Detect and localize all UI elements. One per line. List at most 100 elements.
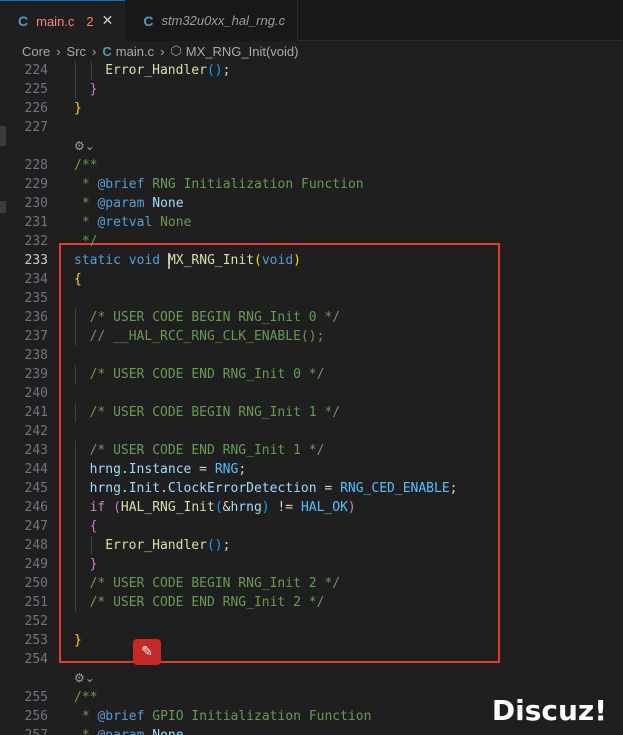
indent-guide bbox=[90, 61, 92, 80]
indent-guide bbox=[75, 574, 76, 593]
indent-guide bbox=[75, 555, 76, 574]
close-icon[interactable]: ✕ bbox=[102, 13, 114, 29]
code-token: None bbox=[144, 728, 183, 735]
code-line: 233 static void MX_RNG_Init(void) bbox=[0, 251, 623, 270]
line-number: 229 bbox=[24, 177, 48, 192]
code-text: /** bbox=[74, 688, 97, 707]
indent-guide bbox=[75, 498, 76, 517]
code-token: } bbox=[74, 101, 82, 116]
code-token: * bbox=[74, 728, 97, 735]
code-line: 238 bbox=[0, 346, 623, 365]
code-token: . bbox=[160, 481, 168, 496]
code-text: * @param None bbox=[74, 726, 184, 735]
line-number: 224 bbox=[24, 63, 48, 78]
code-line: 253} bbox=[0, 631, 623, 650]
line-number: 226 bbox=[24, 101, 48, 116]
code-token: . bbox=[120, 462, 129, 477]
code-token: * bbox=[74, 196, 98, 211]
code-token: @param bbox=[97, 728, 144, 735]
code-token: GPIO Initialization Function bbox=[144, 709, 372, 724]
problem-count-badge: 2 bbox=[86, 13, 94, 29]
code-text: } bbox=[90, 80, 98, 99]
line-number: 230 bbox=[24, 196, 48, 211]
breadcrumb-item-src[interactable]: Src bbox=[67, 44, 87, 59]
line-number: 239 bbox=[24, 367, 48, 382]
indent-guide bbox=[75, 441, 76, 460]
code-line: 228 /** bbox=[0, 156, 623, 175]
code-line: 250 /* USER CODE BEGIN RNG_Init 2 */ bbox=[0, 574, 623, 593]
code-token: ; bbox=[449, 481, 458, 496]
c-file-icon: C bbox=[143, 12, 154, 29]
tab-bar: C main.c 2 ✕ C stm32u0xx_hal_rng.c bbox=[0, 0, 623, 41]
line-number: 227 bbox=[24, 120, 48, 135]
code-line: 245 hrng.Init.ClockErrorDetection = RNG_C… bbox=[0, 479, 623, 498]
breadcrumb-item-file[interactable]: main.c bbox=[116, 44, 154, 59]
tab-stm32u0xx-hal-rng-c[interactable]: C stm32u0xx_hal_rng.c bbox=[125, 0, 299, 41]
line-number: 242 bbox=[24, 424, 48, 439]
code-token: ; bbox=[238, 462, 247, 477]
line-number: 238 bbox=[24, 348, 48, 363]
indent-guide bbox=[75, 403, 76, 422]
code-line: 235 bbox=[0, 289, 623, 308]
codelens-icon[interactable]: ⚙⌄ bbox=[74, 669, 114, 688]
code-text: /* USER CODE BEGIN RNG_Init 0 */ bbox=[90, 308, 340, 327]
code-token: RNG Initialization Function bbox=[144, 177, 364, 192]
breadcrumb-item-core[interactable]: Core bbox=[22, 44, 50, 59]
code-token: RNG_CED_ENABLE bbox=[340, 481, 450, 496]
line-number: 253 bbox=[24, 633, 48, 648]
line-number: 245 bbox=[24, 481, 48, 496]
code-token: . bbox=[120, 481, 129, 496]
code-line: 248 Error_Handler(); bbox=[0, 536, 623, 555]
code-token: */ bbox=[74, 234, 98, 249]
code-token: ( bbox=[206, 63, 215, 78]
indent-guide bbox=[90, 536, 92, 555]
codelens-icon[interactable]: ⚙⌄ bbox=[74, 137, 114, 156]
line-number: 241 bbox=[24, 405, 48, 420]
tab-main-c[interactable]: C main.c 2 ✕ bbox=[0, 0, 126, 41]
code-token: Error_Handler bbox=[105, 63, 207, 78]
line-number: 233 bbox=[24, 253, 48, 268]
code-token: Error_Handler bbox=[105, 538, 207, 553]
code-text: /* USER CODE END RNG_Init 1 */ bbox=[90, 441, 325, 460]
code-token: @brief bbox=[97, 177, 145, 192]
code-line: 236 /* USER CODE BEGIN RNG_Init 0 */ bbox=[0, 308, 623, 327]
code-text: /* USER CODE BEGIN RNG_Init 1 */ bbox=[90, 403, 340, 422]
code-editor[interactable]: ✎ 224 Error_Handler(); 225} 226} 227 ⚙⌄ 228/**… bbox=[0, 61, 623, 735]
indent-guide bbox=[75, 460, 76, 479]
code-line: 225} bbox=[0, 80, 623, 99]
line-number: 255 bbox=[24, 690, 48, 705]
code-text: { bbox=[74, 270, 82, 289]
code-token: hrng bbox=[230, 500, 262, 515]
line-number: 252 bbox=[24, 614, 48, 629]
code-text: } bbox=[74, 631, 82, 650]
tab-label: main.c bbox=[36, 13, 75, 29]
code-token: /* USER CODE BEGIN RNG_Init 0 */ bbox=[89, 310, 341, 325]
indent-guide bbox=[75, 479, 76, 498]
code-text: */ bbox=[74, 232, 98, 251]
code-token: /* USER CODE END RNG_Init 2 */ bbox=[89, 595, 325, 610]
code-token: { bbox=[89, 519, 98, 534]
code-text: /* USER CODE BEGIN RNG_Init 2 */ bbox=[90, 574, 340, 593]
code-token: ) bbox=[261, 500, 270, 515]
line-number: 225 bbox=[24, 82, 48, 97]
line-number: 231 bbox=[24, 215, 48, 230]
tab-label: stm32u0xx_hal_rng.c bbox=[161, 13, 286, 28]
code-token: /* USER CODE BEGIN RNG_Init 2 */ bbox=[89, 576, 341, 591]
code-token: = bbox=[191, 462, 215, 477]
code-line: 240 bbox=[0, 384, 623, 403]
code-token: void bbox=[128, 253, 161, 268]
line-number: 249 bbox=[24, 557, 48, 572]
code-text: hrng.Instance = RNG; bbox=[90, 460, 247, 479]
code-line: 252 bbox=[0, 612, 623, 631]
code-token: @param bbox=[97, 196, 145, 211]
watermark-logo: Discuz! bbox=[491, 694, 607, 727]
code-text: * @brief RNG Initialization Function bbox=[74, 175, 364, 194]
line-number: 256 bbox=[24, 709, 48, 724]
code-line: 230 * @param None bbox=[0, 194, 623, 213]
breadcrumb-item-symbol[interactable]: MX_RNG_Init(void) bbox=[186, 44, 299, 59]
code-line: 242 bbox=[0, 422, 623, 441]
indent-guide bbox=[75, 536, 76, 555]
indent-guide bbox=[75, 61, 76, 80]
